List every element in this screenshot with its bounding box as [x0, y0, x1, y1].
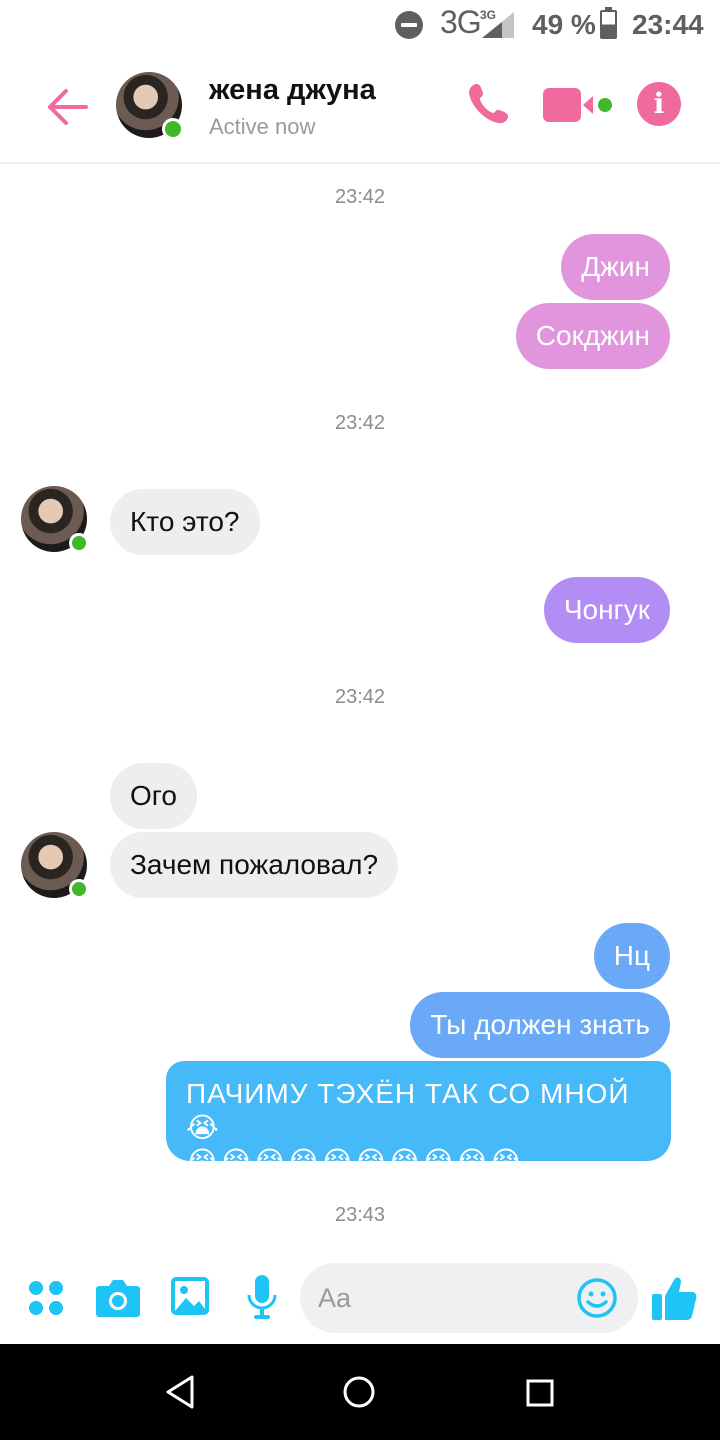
- gallery-icon[interactable]: [170, 1276, 210, 1316]
- message-outgoing[interactable]: Ты должен знать: [410, 992, 670, 1058]
- contact-avatar[interactable]: [116, 72, 184, 140]
- message-input-placeholder: Aa: [318, 1283, 352, 1313]
- back-icon[interactable]: [164, 1374, 196, 1410]
- message-incoming[interactable]: Ого: [110, 763, 197, 829]
- message-outgoing[interactable]: Нц: [593, 923, 670, 989]
- message-incoming[interactable]: Зачем пожаловал?: [110, 832, 399, 898]
- phone-icon[interactable]: [466, 80, 512, 126]
- timestamp: 23:42: [334, 186, 386, 208]
- contact-name[interactable]: жена джуна: [209, 74, 376, 107]
- microphone-icon[interactable]: [246, 1274, 278, 1320]
- message-outgoing[interactable]: Джин: [561, 234, 670, 300]
- contact-status: Active now: [209, 114, 316, 139]
- info-icon[interactable]: i: [637, 82, 681, 126]
- thumbs-up-icon[interactable]: [650, 1274, 698, 1322]
- timestamp: 23:42: [334, 412, 386, 434]
- timestamp: 23:42: [334, 686, 386, 708]
- do-not-disturb-icon: [395, 11, 423, 39]
- message-composer: Aa: [0, 1256, 720, 1344]
- signal-strength-icon: [482, 22, 502, 38]
- message-incoming[interactable]: Кто это?: [110, 489, 260, 555]
- timestamp: 23:43: [334, 1204, 386, 1226]
- message-input[interactable]: Aa: [300, 1263, 638, 1333]
- contact-avatar-small[interactable]: [21, 486, 89, 553]
- contact-avatar-small[interactable]: [21, 832, 89, 899]
- online-indicator: [69, 879, 89, 899]
- online-indicator: [69, 533, 89, 553]
- message-outgoing[interactable]: ПАЧИМУ ТЭХЁН ТАК СО МНОЙ😭 😭😭😭😭😭😭😭😭😭😭: [166, 1061, 671, 1177]
- online-indicator: [162, 118, 184, 140]
- camera-icon[interactable]: [95, 1276, 141, 1318]
- battery-percent: 49 %: [532, 9, 596, 40]
- chat-header: жена джуна Active now i: [0, 52, 720, 164]
- home-icon[interactable]: [342, 1375, 376, 1409]
- emoji-icon[interactable]: [576, 1277, 618, 1319]
- message-text-line: ПАЧИМУ ТЭХЁН ТАК СО МНОЙ😭: [186, 1078, 630, 1143]
- message-emoji-line: 😭😭😭😭😭😭😭😭😭😭: [186, 1146, 524, 1177]
- back-arrow-icon[interactable]: [44, 84, 90, 130]
- system-navigation-bar: [0, 1344, 720, 1440]
- video-camera-icon[interactable]: [543, 86, 615, 124]
- message-outgoing[interactable]: Сокджин: [515, 303, 670, 369]
- apps-icon[interactable]: [28, 1280, 64, 1316]
- status-time: 23:44: [632, 9, 704, 40]
- network-type: 3G: [440, 4, 482, 40]
- recents-icon[interactable]: [525, 1378, 555, 1408]
- status-bar: 3G 3G 49 % 23:44: [0, 0, 720, 52]
- message-outgoing[interactable]: Чонгук: [543, 577, 670, 643]
- battery-icon: [600, 7, 617, 39]
